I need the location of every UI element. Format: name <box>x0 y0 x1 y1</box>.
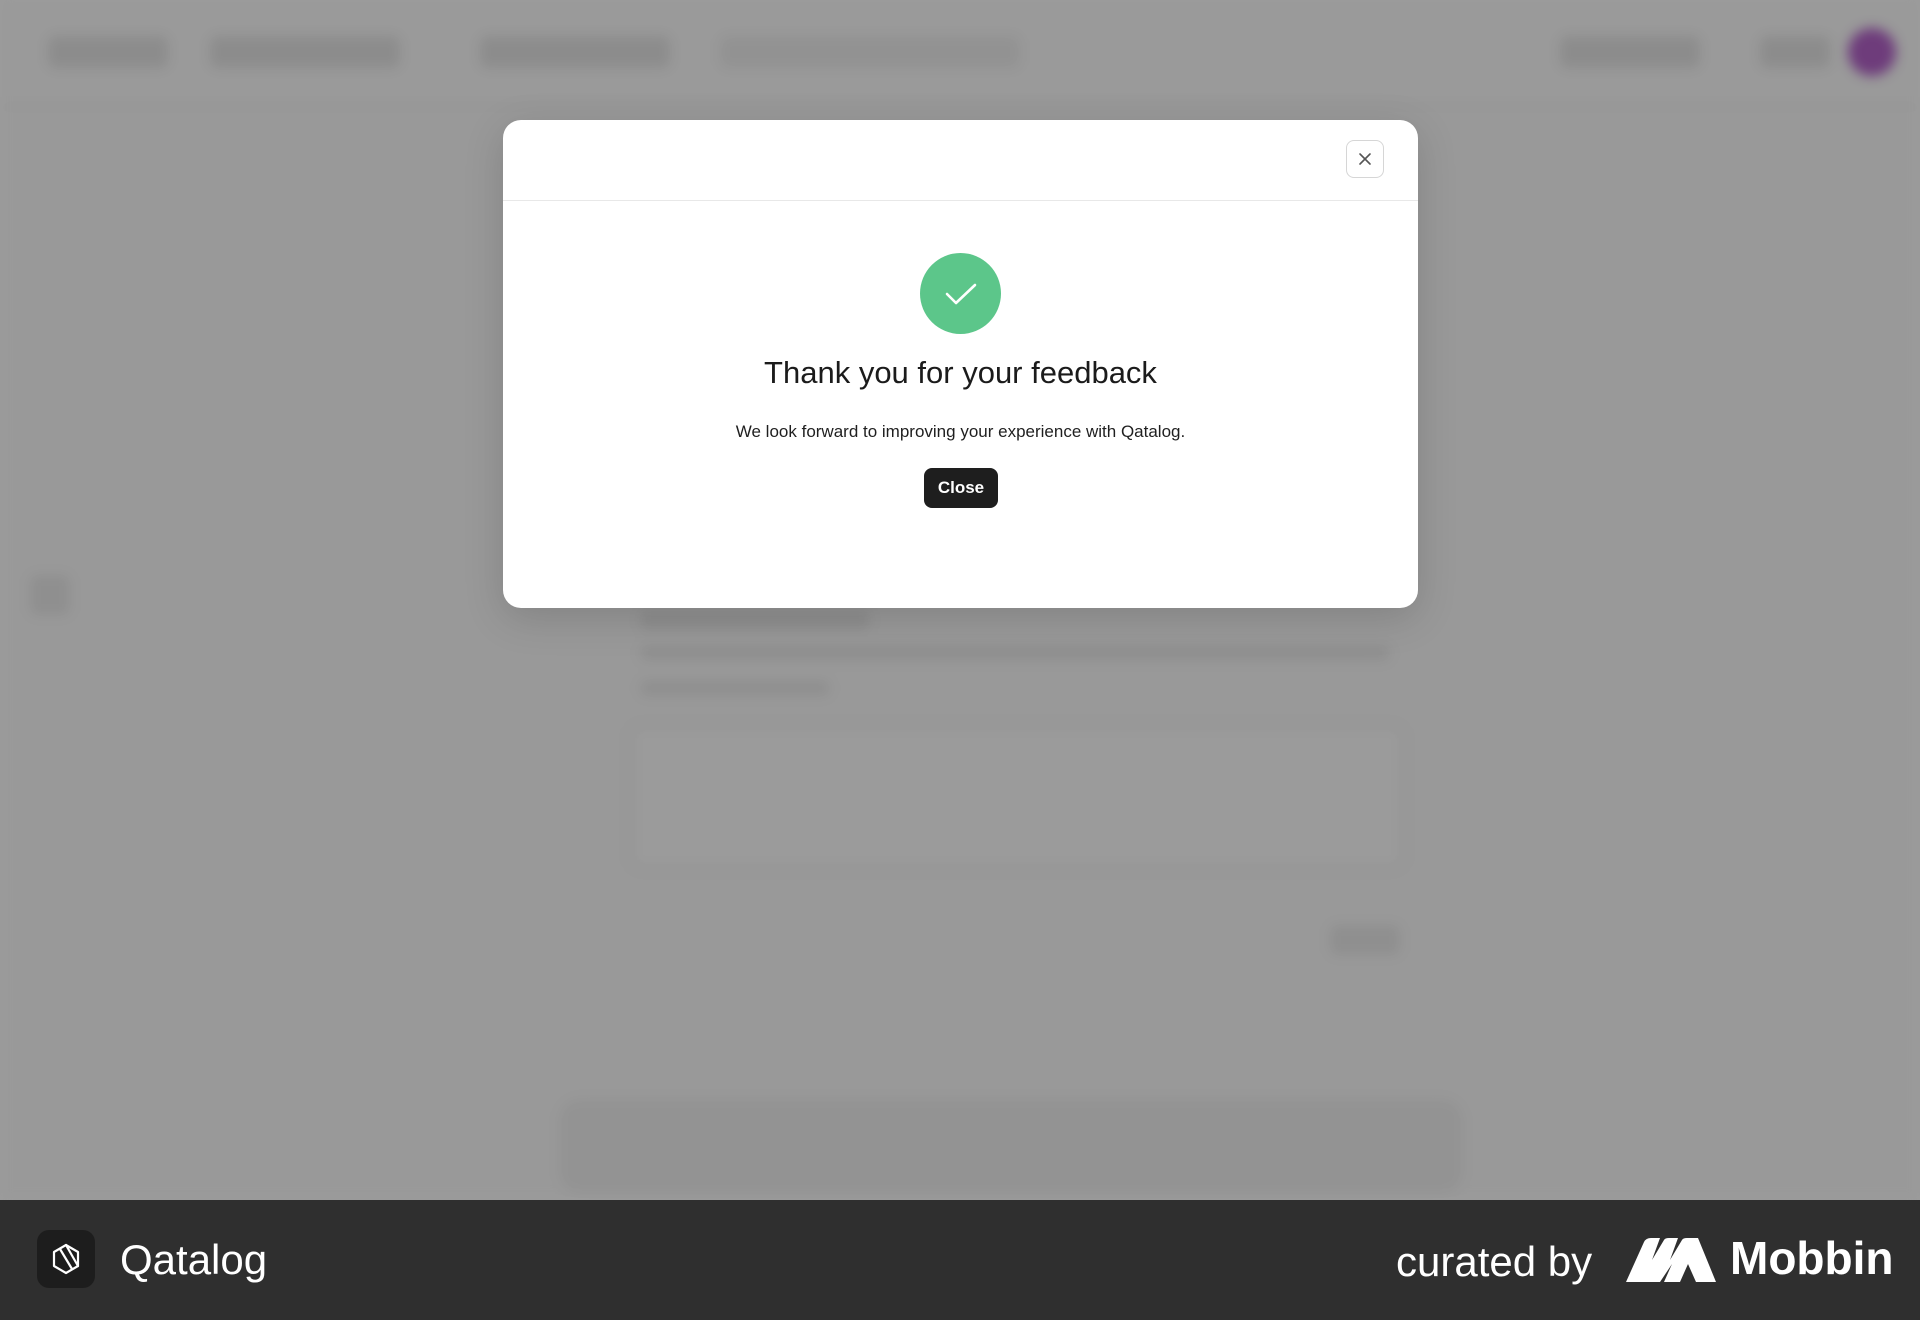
modal-close-button[interactable] <box>1346 140 1384 178</box>
screen: Thank you for your feedback We look forw… <box>0 0 1920 1320</box>
brand-name: Mobbin <box>1730 1232 1894 1284</box>
mobbin-logo-icon <box>1626 1238 1716 1282</box>
checkmark-icon <box>920 253 1001 334</box>
qatalog-logo-icon <box>37 1230 95 1288</box>
brand-footer: Qatalog curated by Mobbin <box>0 1200 1920 1320</box>
close-icon <box>1357 151 1373 167</box>
feedback-confirmation-modal: Thank you for your feedback We look forw… <box>503 120 1418 608</box>
close-button[interactable]: Close <box>924 468 998 508</box>
modal-title: Thank you for your feedback <box>764 355 1157 390</box>
app-name: Qatalog <box>120 1236 268 1283</box>
modal-header <box>503 120 1418 201</box>
curated-by-label: curated by <box>1396 1238 1593 1285</box>
modal-message: We look forward to improving your experi… <box>735 422 1186 441</box>
